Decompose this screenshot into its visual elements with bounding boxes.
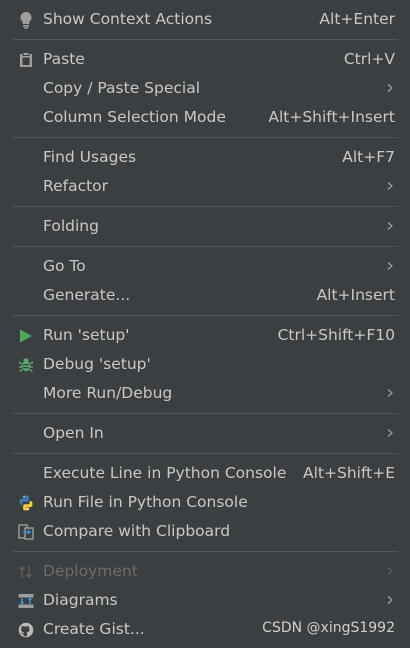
- menu-item-label: Find Usages: [43, 148, 137, 166]
- menu-item-paste[interactable]: Paste Ctrl+V: [0, 45, 410, 74]
- chevron-right-icon: [387, 389, 393, 397]
- menu-separator: [13, 246, 398, 247]
- menu-item-label: More Run/Debug: [43, 384, 173, 402]
- run-icon: [17, 327, 35, 345]
- menu-separator: [13, 551, 398, 552]
- compare-icon: [17, 523, 35, 541]
- menu-item-label: Deployment: [43, 562, 138, 580]
- clipboard-icon: [17, 51, 35, 69]
- menu-item-open-in[interactable]: Open In: [0, 419, 410, 448]
- menu-item-column-selection-mode[interactable]: Column Selection Mode Alt+Shift+Insert: [0, 103, 410, 132]
- menu-item-run-setup[interactable]: Run 'setup' Ctrl+Shift+F10: [0, 321, 410, 350]
- menu-item-run-file-in-python-console[interactable]: Run File in Python Console: [0, 488, 410, 517]
- deployment-icon: [17, 563, 35, 581]
- menu-item-compare-with-clipboard[interactable]: Compare with Clipboard: [0, 517, 410, 546]
- menu-item-shortcut: Alt+Shift+E: [303, 464, 395, 482]
- menu-item-label: Paste: [43, 50, 85, 68]
- debug-bug-icon: [17, 356, 35, 374]
- chevron-right-icon: [387, 222, 393, 230]
- menu-item-label: Refactor: [43, 177, 109, 195]
- menu-item-execute-line-in-python-console[interactable]: Execute Line in Python Console Alt+Shift…: [0, 459, 410, 488]
- menu-item-folding[interactable]: Folding: [0, 212, 410, 241]
- menu-item-shortcut: Ctrl+Shift+F10: [277, 326, 395, 344]
- menu-item-label: Run File in Python Console: [43, 493, 248, 511]
- menu-item-label: Show Context Actions: [43, 10, 213, 28]
- menu-item-label: Go To: [43, 257, 86, 275]
- menu-item-generate[interactable]: Generate... Alt+Insert: [0, 281, 410, 310]
- menu-item-copy-paste-special[interactable]: Copy / Paste Special: [0, 74, 410, 103]
- diagrams-icon: [17, 592, 35, 610]
- menu-item-label: Folding: [43, 217, 99, 235]
- menu-separator: [13, 39, 398, 40]
- menu-item-shortcut: Alt+Shift+Insert: [268, 108, 395, 126]
- chevron-right-icon: [387, 596, 393, 604]
- menu-item-label: Generate...: [43, 286, 131, 304]
- lightbulb-icon: [17, 11, 35, 29]
- menu-item-deployment: Deployment: [0, 557, 410, 586]
- context-menu: Show Context Actions Alt+Enter Paste Ctr…: [0, 0, 410, 648]
- menu-item-show-context-actions[interactable]: Show Context Actions Alt+Enter: [0, 5, 410, 34]
- menu-item-more-run-debug[interactable]: More Run/Debug: [0, 379, 410, 408]
- menu-separator: [13, 206, 398, 207]
- menu-item-debug-setup[interactable]: Debug 'setup': [0, 350, 410, 379]
- menu-separator: [13, 413, 398, 414]
- menu-separator: [13, 137, 398, 138]
- menu-item-label: Column Selection Mode: [43, 108, 226, 126]
- menu-item-diagrams[interactable]: Diagrams: [0, 586, 410, 615]
- menu-item-label: Diagrams: [43, 591, 118, 609]
- menu-item-label: Debug 'setup': [43, 355, 151, 373]
- menu-item-shortcut: Ctrl+V: [343, 50, 395, 68]
- menu-item-label: Open In: [43, 424, 104, 442]
- chevron-right-icon: [387, 182, 393, 190]
- chevron-right-icon: [387, 567, 393, 575]
- menu-item-label: Create Gist...: [43, 620, 145, 638]
- menu-item-shortcut: Alt+Insert: [316, 286, 395, 304]
- menu-item-refactor[interactable]: Refactor: [0, 172, 410, 201]
- menu-item-label: Execute Line in Python Console: [43, 464, 287, 482]
- menu-item-label: Run 'setup': [43, 326, 130, 344]
- watermark-text: CSDN @xingS1992: [262, 620, 395, 636]
- chevron-right-icon: [387, 429, 393, 437]
- menu-item-shortcut: Alt+F7: [342, 148, 395, 166]
- python-icon: [17, 494, 35, 512]
- menu-item-shortcut: Alt+Enter: [319, 10, 395, 28]
- menu-item-find-usages[interactable]: Find Usages Alt+F7: [0, 143, 410, 172]
- chevron-right-icon: [387, 84, 393, 92]
- chevron-right-icon: [387, 262, 393, 270]
- menu-item-go-to[interactable]: Go To: [0, 252, 410, 281]
- menu-separator: [13, 315, 398, 316]
- github-icon: [17, 621, 35, 639]
- menu-item-label: Copy / Paste Special: [43, 79, 201, 97]
- menu-item-label: Compare with Clipboard: [43, 522, 231, 540]
- menu-separator: [13, 453, 398, 454]
